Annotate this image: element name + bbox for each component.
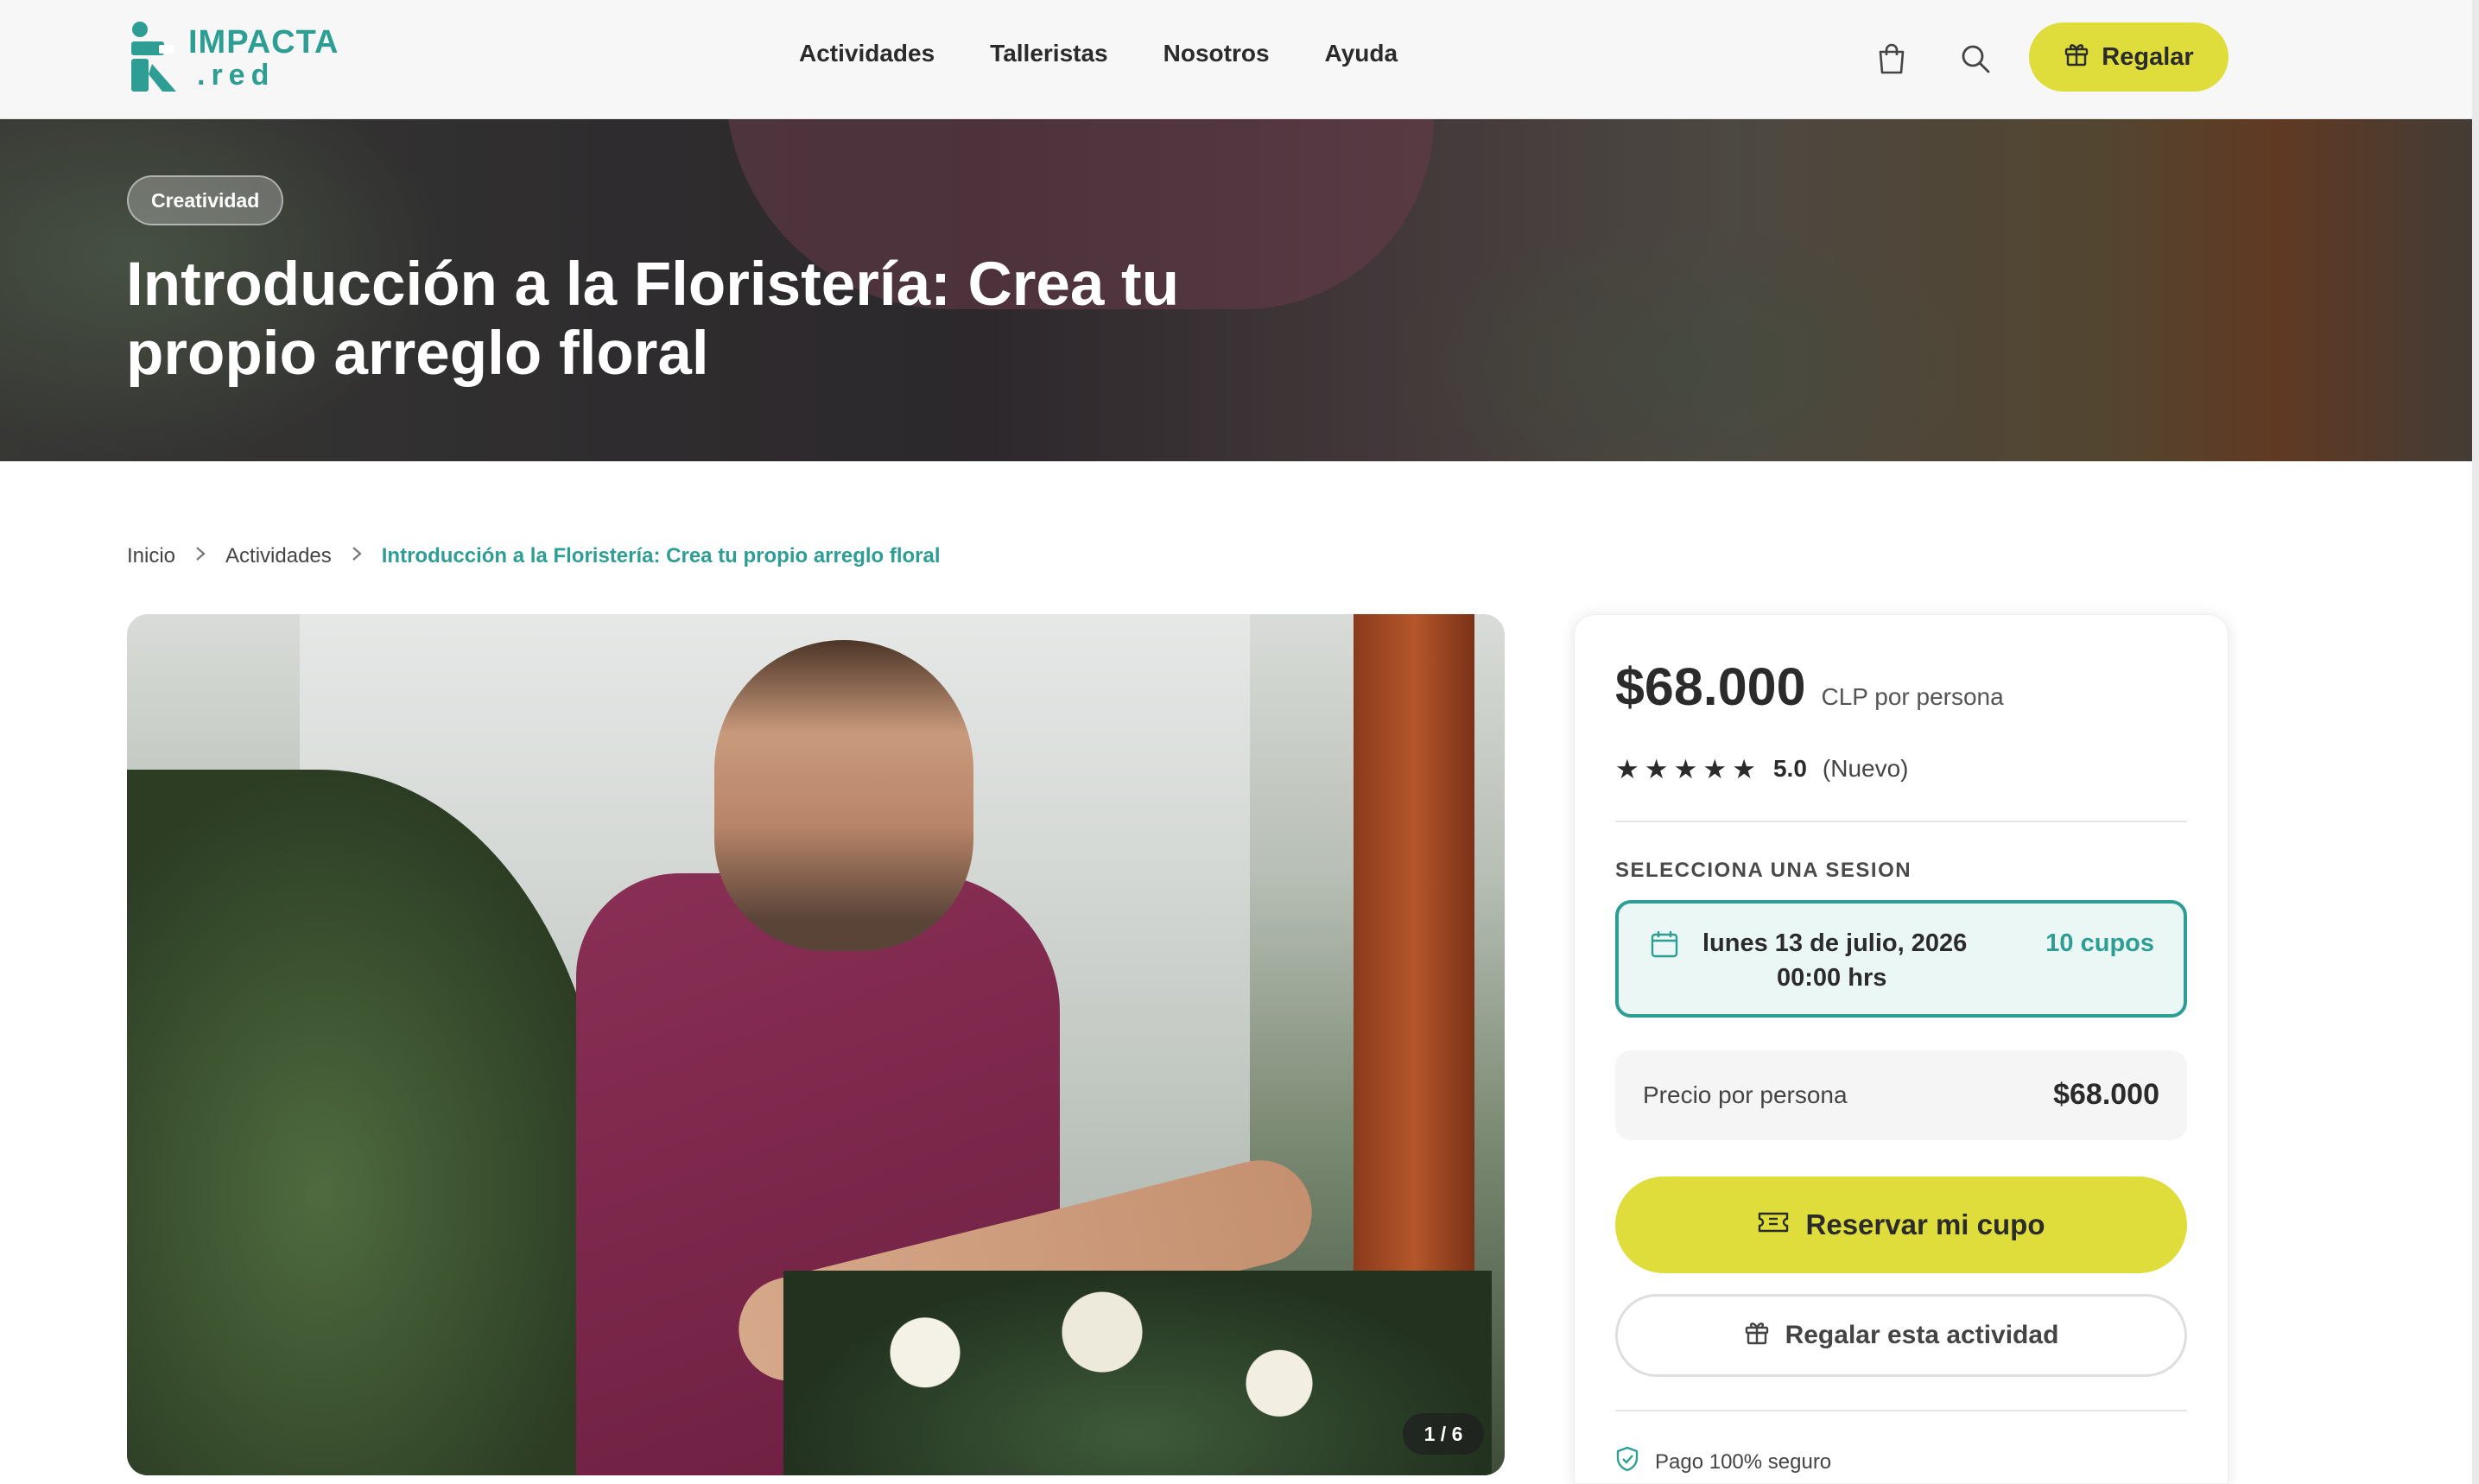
price-unit: CLP por persona (1821, 683, 2004, 710)
price-per-person-value: $68.000 (2053, 1078, 2159, 1111)
price-per-person-box: Precio por persona $68.000 (1615, 1050, 2187, 1140)
site-logo[interactable]: IMPACTA .red (128, 19, 338, 97)
rating-note: (Nuevo) (1822, 755, 1909, 782)
gallery-photo-detail (783, 1271, 1492, 1475)
gift-icon (1744, 1319, 1770, 1352)
category-chip[interactable]: Creatividad (127, 175, 284, 225)
shield-check-icon (1615, 1446, 1639, 1478)
chevron-right-icon (194, 544, 206, 568)
star-icon: ★ (1732, 753, 1756, 784)
reserve-button[interactable]: Reservar mi cupo (1615, 1176, 2187, 1273)
breadcrumb-item-inicio[interactable]: Inicio (127, 544, 175, 568)
logo-text-line2: .red (197, 59, 276, 92)
nav-item-talleristas[interactable]: Talleristas (990, 40, 1107, 67)
gift-icon (2064, 41, 2089, 73)
breadcrumb: Inicio Actividades Introducción a la Flo… (127, 544, 941, 568)
reserve-label: Reservar mi cupo (1805, 1208, 2045, 1240)
gallery-photo-detail (714, 640, 973, 951)
logo-text-line1: IMPACTA (188, 24, 339, 60)
divider (1615, 821, 2187, 822)
breadcrumb-current: Introducción a la Floristería: Crea tu p… (381, 544, 941, 568)
session-section-label: SELECCIONA UNA SESION (1615, 859, 1912, 882)
logo-mark-icon (128, 21, 183, 95)
site-header: IMPACTA .red Actividades Talleristas Nos… (0, 0, 2472, 119)
price-row: $68.000 CLP por persona (1615, 656, 2004, 717)
secure-payment-note: Pago 100% seguro (1615, 1446, 1831, 1478)
star-icon: ★ (1673, 753, 1698, 784)
activity-photo-gallery[interactable]: 1 / 6 (127, 614, 1505, 1475)
page-title: Introducción a la Floristería: Crea tu p… (126, 251, 1180, 388)
price-per-person-label: Precio por persona (1643, 1081, 1848, 1108)
booking-card: $68.000 CLP por persona ★ ★ ★ ★ ★ 5.0 (N… (1574, 614, 2229, 1484)
session-cupos: 10 cupos (2045, 929, 2154, 957)
ticket-icon (1758, 1208, 1789, 1241)
calendar-icon (1650, 929, 1679, 963)
rating: ★ ★ ★ ★ ★ 5.0 (Nuevo) (1615, 755, 1909, 783)
session-date: lunes 13 de julio, 2026 (1702, 929, 1968, 957)
shopping-bag-icon[interactable] (1873, 40, 1911, 78)
divider (1615, 1410, 2187, 1411)
nav-item-nosotros[interactable]: Nosotros (1163, 40, 1270, 67)
regalar-button[interactable]: Regalar (2029, 22, 2229, 92)
session-option[interactable]: lunes 13 de julio, 2026 00:00 hrs 10 cup… (1615, 900, 2187, 1018)
star-icon: ★ (1702, 753, 1728, 784)
gift-activity-button[interactable]: Regalar esta actividad (1615, 1294, 2187, 1377)
chevron-right-icon (351, 544, 363, 568)
search-icon[interactable] (1956, 40, 1994, 78)
session-time: 00:00 hrs (1777, 964, 1887, 992)
star-icon: ★ (1615, 753, 1639, 784)
nav-item-actividades[interactable]: Actividades (799, 40, 935, 67)
regalar-label: Regalar (2102, 42, 2194, 71)
secure-payment-label: Pago 100% seguro (1655, 1449, 1832, 1474)
main-nav: Actividades Talleristas Nosotros Ayuda (799, 40, 1398, 67)
hero-banner: Creatividad Introducción a la Floristerí… (0, 119, 2472, 461)
breadcrumb-item-actividades[interactable]: Actividades (225, 544, 332, 568)
page-scrollbar[interactable] (2472, 0, 2479, 1484)
gift-activity-label: Regalar esta actividad (1785, 1321, 2059, 1349)
nav-item-ayuda[interactable]: Ayuda (1325, 40, 1398, 67)
rating-value: 5.0 (1772, 755, 1807, 782)
gallery-counter: 1 / 6 (1403, 1413, 1484, 1455)
price: $68.000 (1615, 657, 1806, 716)
star-icon: ★ (1644, 753, 1669, 784)
